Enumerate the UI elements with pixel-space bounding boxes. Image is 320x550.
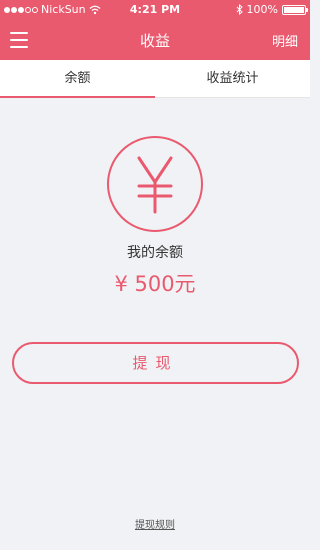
active-tab-indicator <box>0 96 155 98</box>
top-bar: NickSun 4:21 PM 100% 收益 明细 <box>0 0 310 60</box>
battery-percent: 100% <box>246 3 278 16</box>
tab-balance[interactable]: 余额 <box>0 60 155 98</box>
detail-button[interactable]: 明细 <box>272 31 298 50</box>
withdraw-button[interactable]: 提现 <box>12 342 299 384</box>
page-title: 收益 <box>139 32 170 50</box>
status-right: 100% <box>236 3 308 16</box>
withdraw-rules-link[interactable]: 提现规则 <box>0 516 310 531</box>
battery-icon <box>282 4 308 15</box>
balance-label: 我的余额 <box>127 245 183 261</box>
bluetooth-icon <box>236 4 243 15</box>
status-bar: NickSun 4:21 PM 100% <box>0 0 310 20</box>
tab-bar: 余额 收益统计 <box>0 60 310 98</box>
balance-amount: ¥ 500元 <box>114 272 196 296</box>
tab-income-statistics[interactable]: 收益统计 <box>155 60 310 98</box>
yen-icon <box>107 136 203 232</box>
navigation-bar: 收益 明细 <box>0 20 310 60</box>
